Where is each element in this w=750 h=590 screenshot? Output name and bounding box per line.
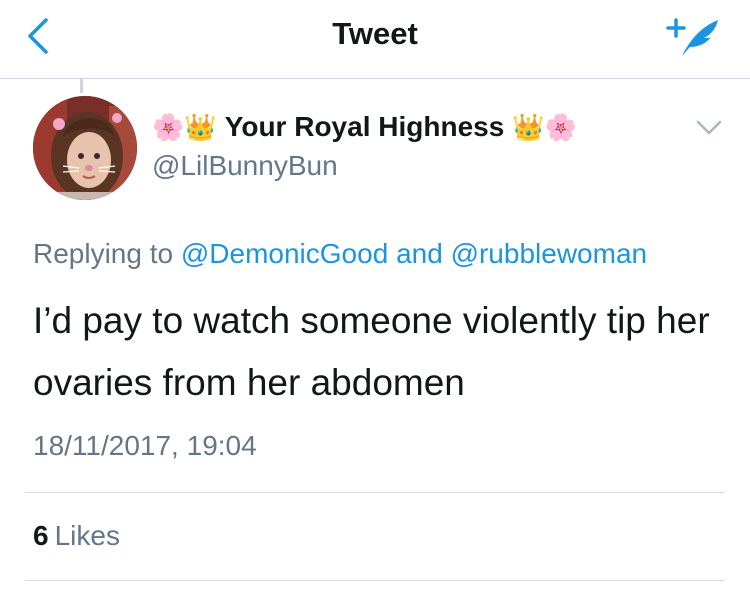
cherry-blossom-emoji: 🌸 <box>544 112 578 142</box>
thread-connector-line <box>80 79 83 93</box>
replying-to: Replying to @DemonicGood and @rubblewoma… <box>33 238 647 270</box>
tweet-author[interactable]: 🌸 👑 Your Royal Highness 👑 🌸 @LilBunnyBun <box>152 108 577 182</box>
chevron-left-icon <box>28 18 48 54</box>
nav-divider <box>0 78 750 79</box>
avatar[interactable] <box>33 96 137 200</box>
likes-link[interactable]: 6 Likes <box>33 520 120 552</box>
display-name-row: 🌸 👑 Your Royal Highness 👑 🌸 <box>152 108 577 146</box>
replying-joiner[interactable]: and <box>396 238 443 269</box>
cherry-blossom-emoji: 🌸 <box>152 112 185 142</box>
tweet-text: I’d pay to watch someone violently tip h… <box>33 300 710 403</box>
likes-label: Likes <box>54 520 120 551</box>
navigation-bar: Tweet <box>0 0 750 78</box>
likes-count: 6 <box>33 520 49 551</box>
back-button[interactable] <box>22 16 56 56</box>
crown-emoji: 👑 <box>512 112 545 142</box>
divider <box>25 580 725 581</box>
chevron-down-icon <box>696 120 722 135</box>
user-handle: @LilBunnyBun <box>152 150 338 181</box>
tweet-timestamp: 18/11/2017, 19:04 <box>33 430 257 461</box>
mention-link-demonicgood[interactable]: @DemonicGood <box>181 238 388 269</box>
crown-emoji: 👑 <box>184 112 217 142</box>
profile-photo <box>33 96 137 200</box>
mention-link-rubblewoman[interactable]: @rubblewoman <box>451 238 648 269</box>
replying-prefix: Replying to <box>33 238 174 269</box>
tweet-options-button[interactable] <box>692 116 726 140</box>
compose-tweet-button[interactable] <box>664 14 724 60</box>
page-title: Tweet <box>332 16 418 51</box>
compose-tweet-icon <box>666 18 718 56</box>
divider <box>25 492 725 493</box>
display-name: Your Royal Highness <box>224 111 505 142</box>
